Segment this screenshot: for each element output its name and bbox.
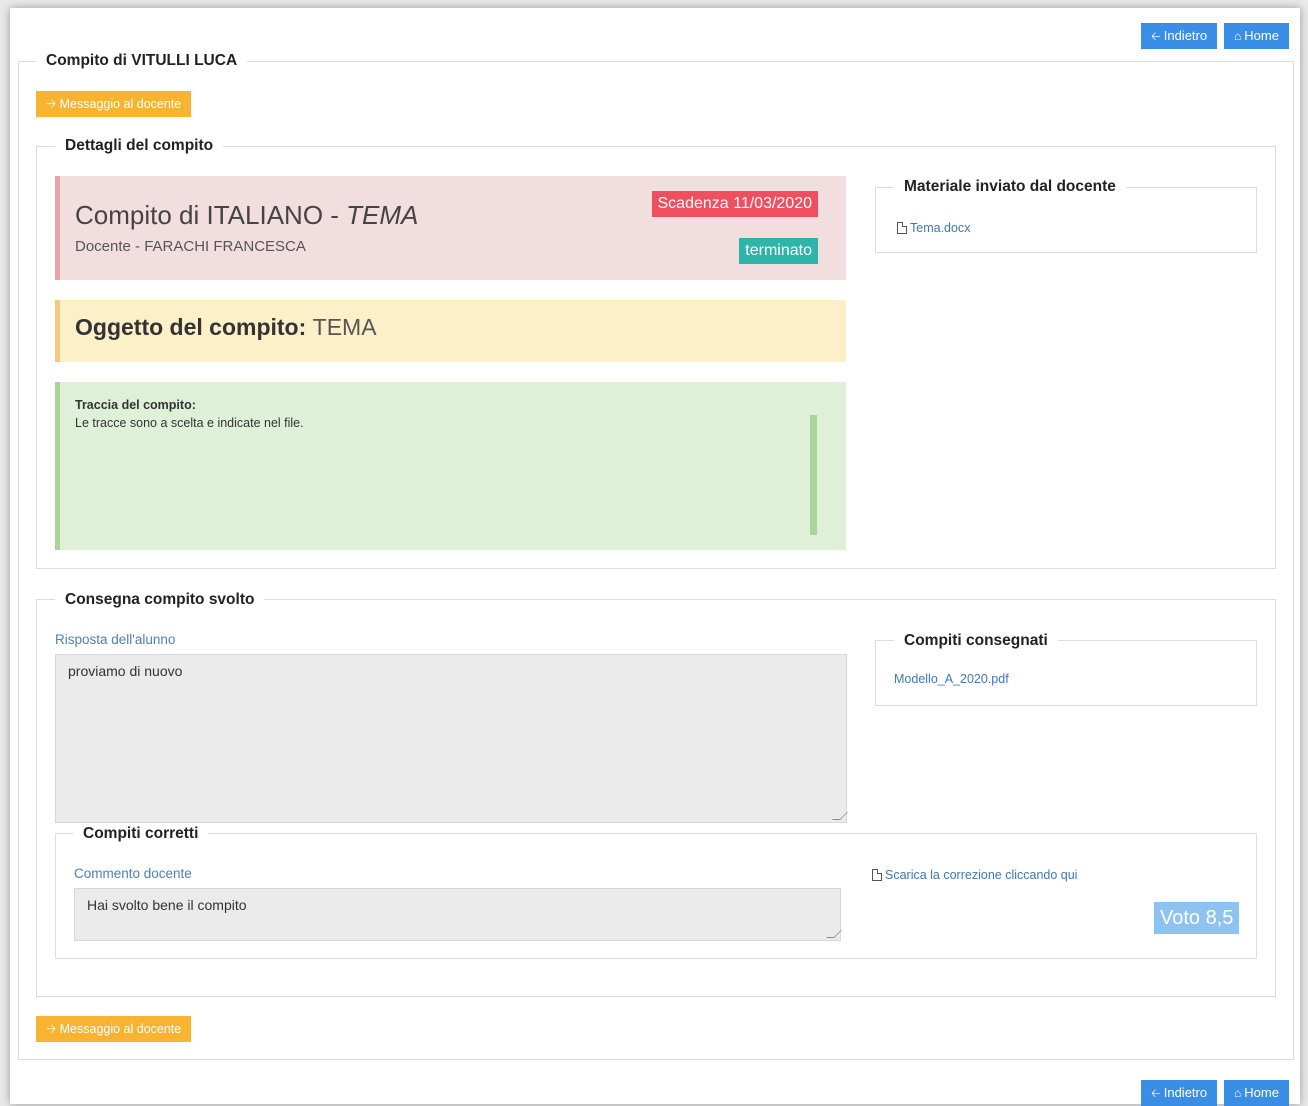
material-file-name: Tema.docx	[910, 221, 971, 235]
material-legend: Materiale inviato dal docente	[894, 177, 1126, 197]
submission-legend: Consegna compito svolto	[55, 590, 265, 610]
comment-textarea[interactable]: Hai svolto bene il compito	[74, 888, 842, 941]
material-file-link[interactable]: Tema.docx	[897, 219, 970, 237]
comment-text: Hai svolto bene il compito	[87, 897, 247, 913]
trace-scrollbar[interactable]	[810, 415, 817, 535]
assignment-panel: Compito di ITALIANO - TEMA Docente - FAR…	[55, 176, 846, 280]
home-icon: ⌂	[1234, 29, 1242, 43]
resize-handle[interactable]	[832, 812, 848, 820]
delivered-file-link[interactable]: Modello_A_2020.pdf	[894, 672, 1009, 686]
message-teacher-button-top[interactable]: 🡢 Messaggio al docente	[36, 91, 192, 117]
subject-panel: Oggetto del compito: TEMA	[55, 300, 846, 362]
back-button-label: Indietro	[1163, 28, 1208, 43]
trace-label: Traccia del compito:	[75, 398, 196, 412]
download-correction-label: Scarica la correzione cliccando qui	[885, 868, 1078, 882]
arrow-left-icon: 🡠	[1151, 29, 1161, 43]
page-container: 🡠 Indietro ⌂ Home Compito di VITULLI LUCA …	[10, 8, 1300, 1106]
comment-label: Commento docente	[74, 866, 192, 881]
status-badge: terminato	[739, 238, 818, 264]
answer-textarea[interactable]: proviamo di nuovo	[55, 654, 848, 823]
subject-line: Oggetto del compito: TEMA	[75, 314, 377, 341]
arrow-right-icon: 🡢	[46, 1022, 57, 1036]
arrow-right-icon: 🡢	[46, 97, 57, 111]
grade-badge: Voto 8,5	[1154, 902, 1240, 934]
download-correction-link[interactable]: Scarica la correzione cliccando qui	[872, 866, 1077, 884]
answer-text: proviamo di nuovo	[68, 663, 183, 679]
delivered-legend: Compiti consegnati	[894, 631, 1058, 651]
back-button-top[interactable]: 🡠 Indietro	[1141, 23, 1218, 49]
page-title: Compito di VITULLI LUCA	[36, 51, 248, 71]
trace-text: Le tracce sono a scelta e indicate nel f…	[75, 416, 304, 430]
trace-panel: Traccia del compito: Le tracce sono a sc…	[55, 382, 846, 550]
assignment-title: Compito di ITALIANO - TEMA	[75, 200, 418, 231]
back-button-label: Indietro	[1163, 1085, 1208, 1100]
corrected-legend: Compiti corretti	[73, 824, 209, 844]
subject-label: Oggetto del compito:	[75, 314, 307, 340]
home-icon: ⌂	[1234, 1086, 1242, 1100]
back-button-bottom[interactable]: 🡠 Indietro	[1141, 1080, 1218, 1106]
message-teacher-button-bottom[interactable]: 🡢 Messaggio al docente	[36, 1016, 192, 1042]
subject-value: TEMA	[312, 314, 377, 340]
teacher-name: Docente - FARACHI FRANCESCA	[75, 238, 306, 255]
message-teacher-label: Messaggio al docente	[59, 1022, 182, 1036]
comment-resize-handle[interactable]	[826, 930, 842, 938]
message-teacher-label: Messaggio al docente	[59, 97, 182, 111]
home-button-label: Home	[1244, 28, 1279, 43]
answer-label: Risposta dell'alunno	[55, 632, 176, 647]
arrow-left-icon: 🡠	[1151, 1086, 1161, 1100]
assignment-type: TEMA	[346, 200, 419, 230]
home-button-bottom[interactable]: ⌂ Home	[1224, 1080, 1289, 1106]
home-button-label: Home	[1244, 1085, 1279, 1100]
file-icon	[897, 222, 907, 234]
file-icon	[872, 869, 882, 881]
home-button-top[interactable]: ⌂ Home	[1224, 23, 1289, 49]
assignment-subject: Compito di ITALIANO -	[75, 200, 347, 230]
details-legend: Dettagli del compito	[55, 136, 224, 156]
deadline-badge: Scadenza 11/03/2020	[651, 191, 818, 217]
